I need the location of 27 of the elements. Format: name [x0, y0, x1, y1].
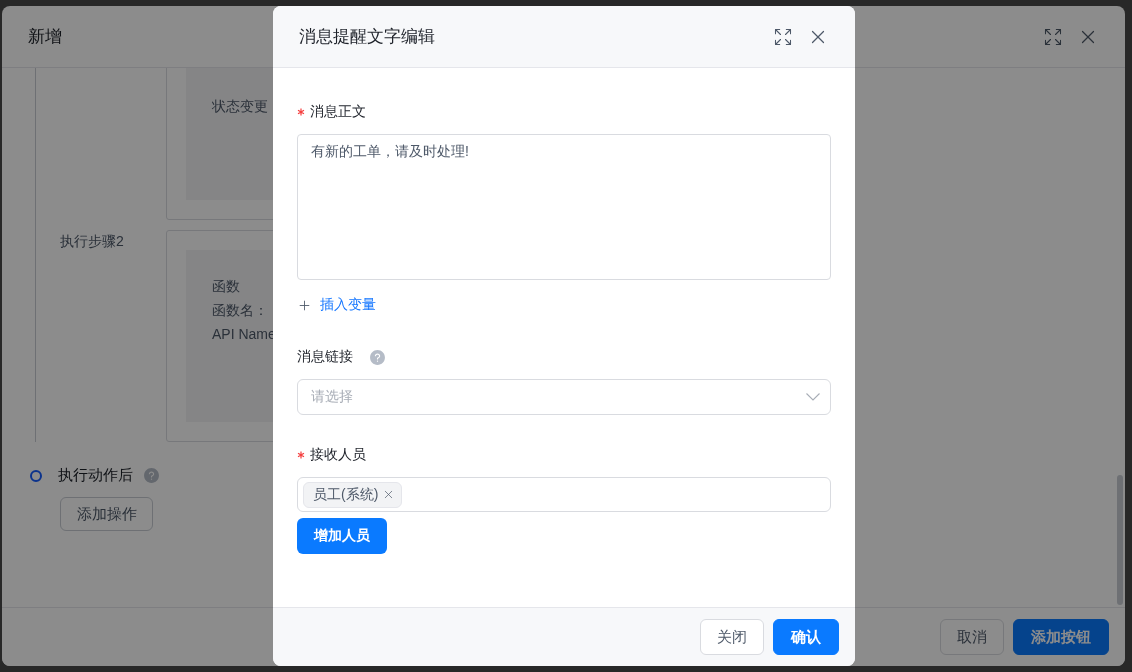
message-textarea[interactable]: 有新的工单，请及时处理!: [297, 134, 831, 280]
secondary-button[interactable]: 取消: [940, 619, 1004, 655]
step-text: 函数名：: [212, 301, 268, 320]
section-label: 执行动作后: [58, 466, 133, 485]
scrollbar-thumb[interactable]: [1117, 475, 1123, 605]
modal-title: 消息提醒文字编辑: [299, 26, 435, 48]
primary-button[interactable]: 确认: [773, 619, 839, 655]
timeline-dot: [30, 469, 42, 482]
recipient-tag[interactable]: 员工(系统): [303, 481, 403, 508]
dialog-title: 新增: [28, 26, 62, 48]
field-label: 消息正文: [310, 103, 366, 121]
step-text: 函数: [212, 277, 240, 296]
plus-icon: [297, 297, 312, 313]
step-text: 状态变更: [212, 97, 268, 116]
fullscreen-icon[interactable]: [773, 26, 793, 47]
primary-button[interactable]: 添加按钮: [1013, 619, 1109, 655]
fullscreen-icon[interactable]: [1043, 26, 1063, 47]
select-field[interactable]: 请选择: [297, 379, 831, 415]
recipient-field[interactable]: 员工(系统): [297, 477, 831, 512]
insert-variable-link[interactable]: 插入变量: [297, 296, 376, 314]
field-label: 接收人员: [310, 446, 366, 464]
chevron-down-icon: [806, 393, 820, 401]
field-label: 消息链接: [297, 348, 353, 366]
secondary-button[interactable]: 关闭: [700, 619, 764, 655]
add-action-button[interactable]: 添加操作: [60, 497, 153, 531]
step-label: 执行步骤2: [60, 233, 124, 251]
add-person-button[interactable]: 增加人员: [297, 518, 387, 554]
